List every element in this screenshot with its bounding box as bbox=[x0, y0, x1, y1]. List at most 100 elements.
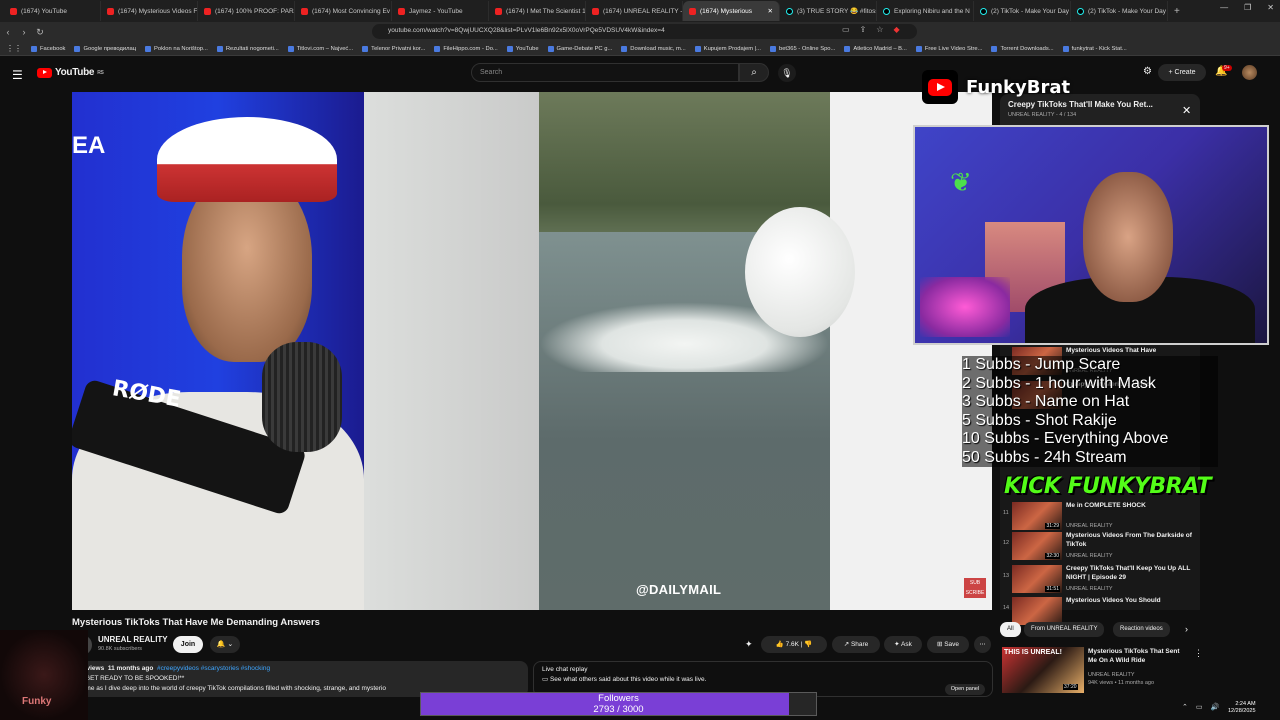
tray-chevron-icon[interactable]: ⌃ bbox=[1182, 703, 1188, 711]
hashtags[interactable]: #creepyvideos #scarystories #shocking bbox=[157, 665, 270, 672]
bookmark-item[interactable]: Google преводилац bbox=[74, 45, 137, 52]
save-label: Save bbox=[944, 641, 960, 648]
back-icon[interactable]: ‹ bbox=[0, 27, 16, 37]
bookmark-item[interactable]: Game-Debate PC g... bbox=[547, 45, 612, 52]
join-button[interactable]: Join bbox=[173, 636, 203, 653]
playlist-thumbnail: 31:51 bbox=[1012, 565, 1062, 593]
bookmark-item[interactable]: Torrent Downloads... bbox=[991, 45, 1054, 52]
account-avatar[interactable] bbox=[1242, 65, 1257, 80]
browser-tab[interactable]: (3) TRUE STORY 😂 #fitoss bbox=[780, 1, 877, 21]
apps-grid-icon[interactable]: ⋮⋮ bbox=[6, 44, 22, 53]
bookmark-item[interactable]: Telenor Privatni kor... bbox=[362, 45, 425, 52]
url-field[interactable]: youtube.com/watch?v=8QwjUUCXQ28&list=PLv… bbox=[372, 24, 917, 39]
youtube-icon bbox=[107, 7, 114, 15]
bookmark-item[interactable]: funkytrat - Kick Stat... bbox=[1062, 45, 1127, 52]
reactor-webcam: EA RØDE bbox=[72, 92, 364, 610]
cast-icon[interactable]: ▭ bbox=[842, 25, 850, 34]
video-title: Mysterious TikToks That Have Me Demandin… bbox=[72, 617, 320, 628]
bookmark-label: Google преводилац bbox=[83, 45, 137, 52]
bookmark-item[interactable]: FileHippo.com - Do... bbox=[434, 45, 498, 52]
recommendation-title[interactable]: Mysterious TikToks That Sent Me On A Wil… bbox=[1088, 647, 1188, 665]
playlist-item[interactable]: 13 31:51 Creepy TikToks That'll Keep You U… bbox=[1000, 563, 1200, 597]
bookmark-label: Torrent Downloads... bbox=[1000, 45, 1054, 52]
chip-all[interactable]: All bbox=[1000, 622, 1021, 637]
share-page-icon[interactable]: ⇪ bbox=[860, 25, 867, 34]
clock-date: 12/28/2025 bbox=[1228, 708, 1256, 714]
search-input[interactable]: Search bbox=[471, 63, 739, 82]
bookmark-item[interactable]: Free Live Video Stre... bbox=[915, 45, 982, 52]
chip-reaction-videos[interactable]: Reaction videos bbox=[1113, 622, 1170, 637]
youtube-icon bbox=[398, 7, 405, 15]
browser-tab[interactable]: (1674) YouTube bbox=[4, 1, 101, 21]
bookmark-item[interactable]: bet365 - Online Spo... bbox=[769, 45, 835, 52]
share-button[interactable]: ↗ Share bbox=[832, 636, 880, 653]
search-button[interactable]: ⌕ bbox=[739, 63, 769, 82]
bookmark-favicon-icon bbox=[844, 45, 851, 52]
display-icon[interactable]: ▭ bbox=[1196, 703, 1203, 711]
close-tab-icon[interactable]: ✕ bbox=[768, 7, 773, 15]
channel-name[interactable]: UNREAL REALITY bbox=[98, 635, 168, 644]
minimize-icon[interactable]: — bbox=[1220, 3, 1228, 12]
close-playlist-icon[interactable]: ✕ bbox=[1182, 104, 1191, 117]
chat-icon: ▭ bbox=[542, 676, 550, 683]
bookmark-label: Atletico Madrid – B... bbox=[853, 45, 907, 52]
save-button[interactable]: ⊞ Save bbox=[927, 636, 969, 653]
ask-button[interactable]: ✦ Ask bbox=[884, 636, 922, 653]
thumbs-down-icon[interactable]: 👎 bbox=[804, 641, 812, 648]
voice-search-button[interactable]: 🎙 bbox=[778, 64, 796, 82]
playlist-thumbnail: 31:29 bbox=[1012, 502, 1062, 530]
chip-from-channel[interactable]: From UNREAL REALITY bbox=[1024, 622, 1105, 637]
browser-tab[interactable]: (2) TikTok - Make Your Day bbox=[1071, 1, 1168, 21]
recommendation-menu-icon[interactable]: ⋮ bbox=[1194, 648, 1203, 659]
youtube-icon bbox=[301, 7, 308, 15]
youtube-logo-text: YouTube bbox=[55, 67, 95, 78]
playlist-item[interactable]: 12 32:30 Mysterious Videos From The Darksi… bbox=[1000, 530, 1200, 564]
bookmark-favicon-icon bbox=[434, 45, 441, 52]
open-panel-button[interactable]: Open panel bbox=[945, 684, 985, 695]
bookmark-item[interactable]: Download music, m... bbox=[621, 45, 686, 52]
taskbar-clock[interactable]: 2:24 AM 12/28/2025 bbox=[1228, 701, 1256, 715]
bookmark-item[interactable]: Poklon na Norištop... bbox=[145, 45, 208, 52]
bookmark-item[interactable]: Facebook bbox=[31, 45, 65, 52]
clock-time: 2:24 AM bbox=[1235, 701, 1256, 707]
browser-tab[interactable]: (1674) Mysterious ✕ bbox=[683, 1, 780, 21]
browser-tab[interactable]: (2) TikTok - Make Your Day bbox=[974, 1, 1071, 21]
browser-tab[interactable]: (1674) Mysterious Videos F bbox=[101, 1, 198, 21]
browser-tab[interactable]: (1674) I Met The Scientist 1 bbox=[489, 1, 586, 21]
more-actions-button[interactable]: ⋯ bbox=[974, 636, 991, 653]
chips-next-icon[interactable]: › bbox=[1185, 624, 1188, 634]
bookmark-favicon-icon bbox=[915, 45, 922, 52]
close-window-icon[interactable]: ✕ bbox=[1267, 3, 1274, 12]
tiktok-icon bbox=[883, 7, 890, 15]
menu-icon[interactable]: ☰ bbox=[12, 68, 23, 82]
volume-icon[interactable]: 🔊 bbox=[1211, 703, 1220, 711]
create-button[interactable]: + Create bbox=[1158, 64, 1206, 81]
playlist-item[interactable]: 11 31:29 Me in COMPLETE SHOCK UNREAL REALIT… bbox=[1000, 500, 1200, 534]
bookmark-item[interactable]: YouTube bbox=[506, 45, 539, 52]
browser-tab[interactable]: (1674) 100% PROOF: PARA bbox=[198, 1, 295, 21]
like-button[interactable]: 👍 7.6K | 👎 bbox=[761, 636, 827, 653]
youtube-badge-icon bbox=[922, 70, 958, 104]
browser-tab[interactable]: Jaymez - YouTube bbox=[392, 1, 489, 21]
maximize-icon[interactable]: ❐ bbox=[1244, 3, 1251, 12]
reload-icon[interactable]: ↻ bbox=[32, 27, 48, 38]
bookmark-item[interactable]: Atletico Madrid – B... bbox=[844, 45, 907, 52]
bookmark-star-icon[interactable]: ☆ bbox=[876, 25, 883, 34]
bookmark-item[interactable]: Titlovi.com – Najveć... bbox=[287, 45, 353, 52]
subscription-bell-button[interactable]: 🔔 ⌄ bbox=[210, 636, 240, 653]
bookmark-item[interactable]: Kupujem Prodajem |... bbox=[694, 45, 761, 52]
browser-tab[interactable]: Exploring Nibiru and the N bbox=[877, 1, 974, 21]
new-tab-button[interactable]: + bbox=[1174, 6, 1180, 17]
bookmark-item[interactable]: Rezultati nogometi... bbox=[216, 45, 279, 52]
ask-sparkle-icon: ✦ bbox=[894, 641, 902, 648]
browser-tab[interactable]: (1674) UNREAL REALITY - Y bbox=[586, 1, 683, 21]
bookmark-label: YouTube bbox=[515, 45, 539, 52]
share-icon: ↗ bbox=[843, 641, 851, 648]
extension-icon[interactable]: ◆ bbox=[893, 25, 899, 34]
sub-goal-line: 2 Subbs - 1 hour with Mask bbox=[962, 374, 1156, 392]
forward-icon[interactable]: › bbox=[16, 27, 32, 37]
sparkle-icon[interactable]: ✦ bbox=[745, 639, 753, 650]
youtube-logo[interactable]: YouTube RS bbox=[37, 67, 104, 78]
cast-device-icon[interactable]: ⚙ bbox=[1143, 66, 1152, 77]
browser-tab[interactable]: (1674) Most Convincing Ev bbox=[295, 1, 392, 21]
